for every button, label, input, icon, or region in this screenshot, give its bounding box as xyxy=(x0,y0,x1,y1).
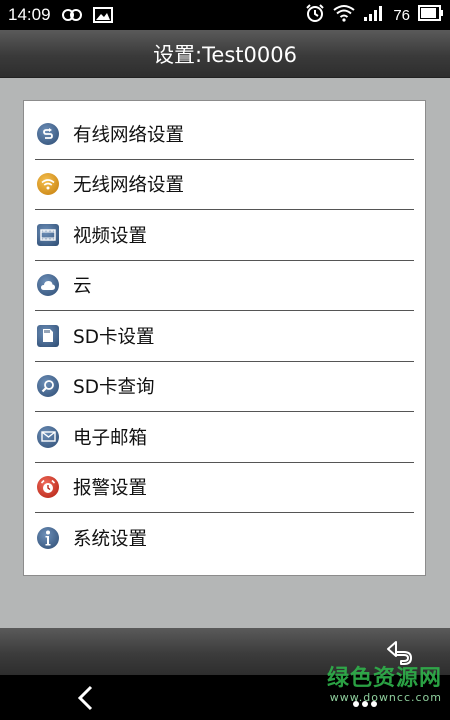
signal-icon xyxy=(363,4,385,26)
battery-percent: 76 xyxy=(393,6,410,24)
info-icon xyxy=(37,527,59,550)
menu-item-label: 报警设置 xyxy=(73,478,148,500)
status-bar: 14:09 76 xyxy=(0,0,450,30)
page-title: 设置:Test0006 xyxy=(153,42,297,67)
settings-panel: 有线网络设置 无线网络设置 视频设置 云 SD卡设置 SD卡查询 电子邮箱 报警… xyxy=(23,100,426,576)
return-arrow-icon[interactable] xyxy=(384,636,416,668)
watermark-url: www.downcc.com xyxy=(329,691,442,704)
menu-item-label: 有线网络设置 xyxy=(73,124,185,146)
menu-item-label: 电子邮箱 xyxy=(73,427,148,449)
menu-item-label: 视频设置 xyxy=(73,225,148,247)
menu-item-label: 无线网络设置 xyxy=(73,175,185,197)
wired-network-icon xyxy=(37,122,59,145)
menu-item-wireless-network[interactable]: 无线网络设置 xyxy=(35,160,414,210)
cloud-icon xyxy=(37,274,59,297)
battery-icon xyxy=(418,5,444,25)
alarm-icon xyxy=(305,3,325,27)
menu-item-label: SD卡查询 xyxy=(73,377,155,399)
menu-item-alarm[interactable]: 报警设置 xyxy=(35,463,414,513)
menu-item-video[interactable]: 视频设置 xyxy=(35,210,414,261)
menu-item-sd-settings[interactable]: SD卡设置 xyxy=(35,311,414,362)
title-bar: 设置:Test0006 xyxy=(0,30,450,78)
wifi-icon xyxy=(333,4,355,26)
menu-item-label: SD卡设置 xyxy=(73,326,155,348)
menu-item-cloud[interactable]: 云 xyxy=(35,261,414,311)
email-icon xyxy=(37,425,59,448)
menu-item-label: 系统设置 xyxy=(73,529,148,551)
search-icon xyxy=(37,375,59,398)
video-icon xyxy=(37,223,59,246)
status-time: 14:09 xyxy=(8,5,51,24)
alarm-clock-icon xyxy=(37,476,59,499)
infinity-icon xyxy=(61,8,83,22)
wifi-icon xyxy=(37,173,59,196)
nav-back-icon[interactable] xyxy=(74,684,98,712)
menu-item-email[interactable]: 电子邮箱 xyxy=(35,412,414,463)
menu-item-sd-query[interactable]: SD卡查询 xyxy=(35,362,414,412)
watermark-title: 绿色资源网 xyxy=(326,666,442,691)
image-icon xyxy=(92,7,113,23)
watermark: 绿色资源网 www.downcc.com xyxy=(326,666,442,704)
menu-item-wired-network[interactable]: 有线网络设置 xyxy=(35,109,414,160)
settings-menu: 有线网络设置 无线网络设置 视频设置 云 SD卡设置 SD卡查询 电子邮箱 报警… xyxy=(24,101,425,564)
menu-item-system[interactable]: 系统设置 xyxy=(35,513,414,564)
menu-item-label: 云 xyxy=(73,276,92,298)
sd-card-icon xyxy=(37,324,59,347)
content-area: 有线网络设置 无线网络设置 视频设置 云 SD卡设置 SD卡查询 电子邮箱 报警… xyxy=(0,78,450,628)
